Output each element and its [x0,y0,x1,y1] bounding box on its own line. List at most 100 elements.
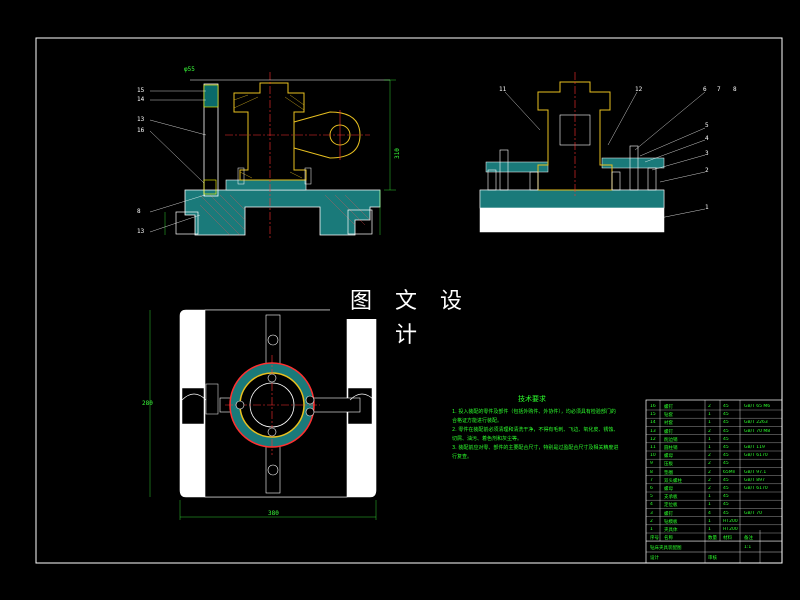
bom-cell: 4 [650,502,653,508]
label-14: 14 [137,96,145,103]
bom-cell: 45 [723,453,729,459]
label-4: 4 [705,135,709,142]
bom-cell: 螺钉 [664,405,673,410]
checker-label: 审核 [708,556,717,561]
label-8b: 8 [733,86,737,93]
bom-cell: 双头螺柱 [664,478,682,484]
bom-cell: 16 [650,404,656,409]
plan-view [149,309,377,520]
bom-cell: GB/T 2263 [744,420,768,426]
bom-cell: 45 [723,404,729,409]
bom-cell: 45 [723,445,729,450]
note-line: 行复查。 [452,454,473,460]
bom-cell: 15 [650,412,656,418]
front-view [149,72,396,240]
bom-cell: 垫圈 [664,470,673,476]
label-3: 3 [705,150,709,157]
bom-cell: 螺钉 [664,511,673,517]
bom-cell: 螺母 [664,454,673,460]
bom-cell: 9 [650,461,653,467]
bom-cell: 6 [650,486,653,491]
bom-cell: HT200 [723,527,738,532]
note-line: 切屑、油污、着色剂和灰尘等。 [452,436,523,442]
title-block-row1: 钻床夹具装配图 1:1 [648,543,780,554]
label-2: 2 [705,167,709,174]
bom-cell: 45 [723,428,729,434]
bom-cell: 13 [650,428,656,434]
bom-cell: 45 [723,461,729,467]
bom-cell: 2 [708,428,711,434]
bom-cell: 定位板 [664,503,678,509]
bom-cell: 数量 [708,536,717,542]
bom-cell: 削边销 [664,437,678,443]
dim-plan-height: 280 [142,400,153,407]
bom-cell: 2 [708,469,711,475]
bom-cell: 45 [723,436,729,442]
label-7: 7 [717,86,721,93]
bom-cell: 材料 [723,536,732,542]
bom-cell: 7 [650,477,653,483]
scale-label: 1:1 [744,545,752,550]
label-6: 6 [703,86,707,93]
side-view [479,72,706,233]
designer-label: 设计 [650,556,659,561]
bom-cell: 1 [708,518,711,524]
bom-cell: 钻模板 [664,519,678,525]
bom-cell: 螺钉 [664,429,673,435]
bom-cell: 45 [723,412,729,418]
bom-cell: 2 [708,461,711,467]
bom-cell: GB/T 97.1 [744,469,767,475]
watermark-text: 图 文 设 计 [330,285,490,348]
bom-cell: 1 [708,502,711,508]
bom-cell: GB/T 70 M8 [744,428,771,434]
bom-cell: 1 [708,494,711,500]
bom-cell: GB/T 897 [744,477,765,483]
bom-cell: 支承板 [664,495,678,501]
title-block-row2: 设计 审核 [648,553,780,564]
bom-cell: 45 [723,502,729,508]
bom-cell: GB/T 119 [744,445,765,450]
bom-cell: 圆柱销 [664,446,678,451]
label-15: 15 [137,87,145,94]
bom-cell: 螺母 [664,487,673,492]
bom-cell: 序号 [650,536,659,542]
dim-top-left: φ55 [184,66,195,73]
bom-cell: 2 [708,486,711,491]
bom-cell: 65Mn [723,469,736,475]
note-line: 3. 装配前应对零、部件的主要配合尺寸，特别是过盈配合尺寸及相关精度进 [452,445,619,451]
bom-cell: 45 [723,494,729,500]
note-line: 合格证方能进行装配。 [452,418,503,424]
technical-notes: 1. 投入装配的零件及部件（包括外购件、外协件），均必须具有检验部门的 合格证方能… [452,408,627,462]
dim-plan-width: 380 [268,510,279,517]
bom-cell: 1 [708,436,711,442]
label-1: 1 [705,204,709,211]
bom-cell: 5 [650,494,653,500]
bom-cell: 45 [723,477,729,483]
bom-cell: 1 [708,420,711,426]
label-5: 5 [705,122,709,129]
bom-cell: 45 [723,486,729,491]
bom-cell: 4 [708,510,711,516]
bom-cell: 1 [708,527,711,532]
bom-cell: GB/T 6170 [744,453,768,459]
bom-cell: 14 [650,420,656,426]
bom-cell: 8 [650,469,653,475]
bom-cell: 1 [650,527,653,532]
bom-cell: GB/T 70 [744,510,762,516]
bom-cell: GB/T 65 M6 [744,404,771,409]
bom-cell: 名称 [664,536,673,542]
label-8a: 8 [137,208,141,215]
label-13b: 13 [137,228,145,235]
bom-cell: 2 [708,404,711,409]
bom-cell: 12 [650,436,656,442]
bom-cell: 1 [708,445,711,450]
bom-cell: 备注 [744,536,753,542]
label-16: 16 [137,127,145,134]
drawing-title: 钻床夹具装配图 [650,546,682,551]
bom-cell: 45 [723,510,729,516]
bom-cell: HT200 [723,518,738,524]
bom-cell: GB/T 6170 [744,486,768,491]
note-line: 2. 零件在装配前必须清理和清洗干净，不得有毛刺、飞边、氧化皮、锈蚀、 [452,427,619,433]
label-11: 11 [499,86,507,93]
bom-cell: 3 [650,510,653,516]
